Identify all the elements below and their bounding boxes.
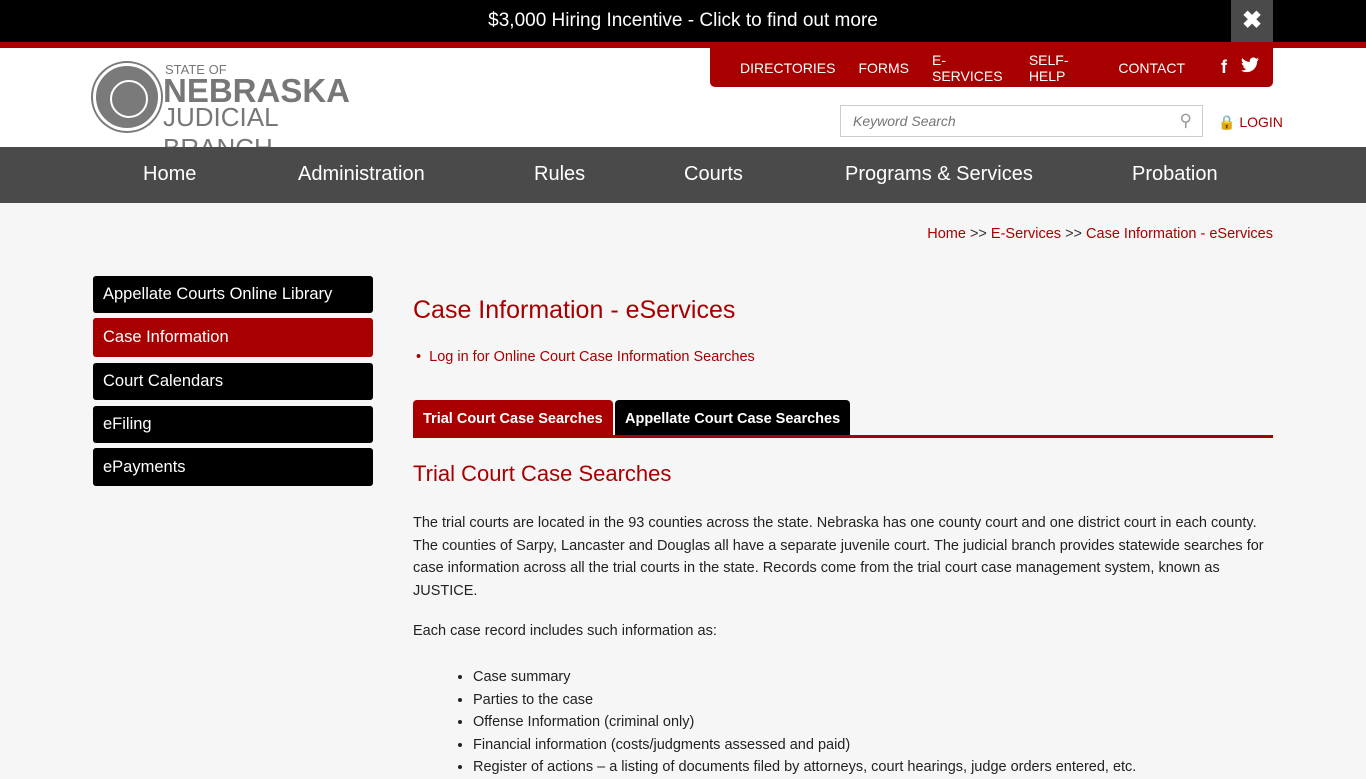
list-item: Offense Information (criminal only): [473, 711, 1136, 734]
intro-paragraph: The trial courts are located in the 93 c…: [413, 515, 1264, 599]
nav-courts[interactable]: Courts: [684, 163, 743, 186]
util-self-help[interactable]: SELF-HELP: [1029, 52, 1096, 84]
search-input[interactable]: [841, 106, 1161, 136]
list-item: Case summary: [473, 666, 1136, 689]
nav-administration[interactable]: Administration: [298, 163, 425, 186]
lock-icon: 🔒: [1218, 114, 1236, 130]
sidebar-item-epayments[interactable]: ePayments: [93, 448, 373, 486]
list-item: Financial information (costs/judgments a…: [473, 734, 1136, 757]
breadcrumb-sep: >>: [969, 226, 987, 242]
utility-nav: DIRECTORIES FORMS E-SERVICES SELF-HELP C…: [710, 48, 1273, 87]
search-icon[interactable]: ⚲: [1180, 111, 1192, 131]
tab-underline: [413, 435, 1273, 438]
list-item: Register of actions – a listing of docum…: [473, 756, 1136, 779]
sidebar-item-case-information[interactable]: Case Information: [93, 318, 373, 357]
breadcrumb: Home >> E-Services >> Case Information -…: [927, 226, 1273, 242]
close-icon[interactable]: ✖: [1231, 0, 1273, 42]
main-nav: Home Administration Rules Courts Program…: [0, 147, 1366, 203]
search-box: ⚲: [840, 105, 1203, 137]
list-item: Parties to the case: [473, 689, 1136, 712]
list-intro: Each case record includes such informati…: [413, 623, 717, 639]
facebook-icon[interactable]: f: [1221, 57, 1227, 78]
case-info-list: Case summary Parties to the case Offense…: [473, 666, 1136, 779]
link-text[interactable]: Log in for Online Court Case Information…: [429, 349, 755, 365]
sidebar-item-efiling[interactable]: eFiling: [93, 406, 373, 443]
nav-probation[interactable]: Probation: [1132, 163, 1218, 186]
nav-home[interactable]: Home: [143, 163, 196, 186]
nav-programs-services[interactable]: Programs & Services: [845, 163, 1033, 186]
seal-icon: [93, 63, 161, 131]
util-forms[interactable]: FORMS: [858, 60, 909, 76]
breadcrumb-current[interactable]: Case Information - eServices: [1086, 226, 1273, 242]
login-link[interactable]: 🔒 LOGIN: [1218, 114, 1283, 131]
logo[interactable]: STATE OF NEBRASKA JUDICIAL BRANCH: [93, 62, 393, 163]
login-label: LOGIN: [1239, 114, 1283, 130]
nav-rules[interactable]: Rules: [534, 163, 585, 186]
banner-text[interactable]: $3,000 Hiring Incentive - Click to find …: [488, 10, 878, 31]
util-eservices[interactable]: E-SERVICES: [932, 52, 1006, 84]
page-title: Case Information - eServices: [413, 296, 736, 324]
twitter-icon[interactable]: [1241, 57, 1259, 78]
sidebar-item-appellate-library[interactable]: Appellate Courts Online Library: [93, 276, 373, 313]
header: STATE OF NEBRASKA JUDICIAL BRANCH DIRECT…: [0, 48, 1366, 163]
breadcrumb-sep: >>: [1065, 226, 1082, 242]
login-search-link[interactable]: • Log in for Online Court Case Informati…: [416, 349, 755, 365]
section-title: Trial Court Case Searches: [413, 461, 672, 486]
breadcrumb-eservices[interactable]: E-Services: [991, 226, 1061, 242]
util-contact[interactable]: CONTACT: [1118, 60, 1185, 76]
tab-appellate-court[interactable]: Appellate Court Case Searches: [615, 400, 851, 436]
sidebar-item-court-calendars[interactable]: Court Calendars: [93, 363, 373, 400]
breadcrumb-home[interactable]: Home: [927, 226, 966, 242]
util-directories[interactable]: DIRECTORIES: [740, 60, 835, 76]
hiring-banner[interactable]: $3,000 Hiring Incentive - Click to find …: [0, 0, 1366, 42]
tab-trial-court[interactable]: Trial Court Case Searches: [413, 400, 613, 436]
